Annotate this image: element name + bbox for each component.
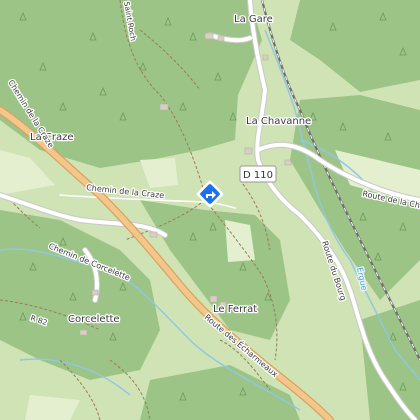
- road-shield-label: D 110: [243, 170, 273, 181]
- map-canvas[interactable]: La Gare La Chavanne La Craze Corcelette …: [0, 0, 420, 420]
- road-shield-d110: D 110: [239, 165, 277, 183]
- place-label-le-ferrat: Le Ferrat: [213, 304, 257, 315]
- place-label-la-gare: La Gare: [234, 14, 273, 25]
- place-label-la-chavanne: La Chavanne: [246, 116, 311, 127]
- place-label-corcelette: Corcelette: [68, 314, 120, 325]
